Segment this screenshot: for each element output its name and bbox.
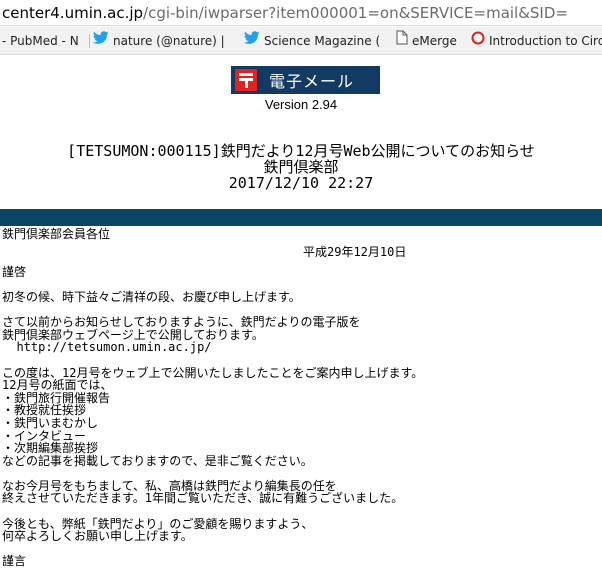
addressee: 鉄門倶楽部会員各位: [2, 227, 111, 241]
version-label: Version 2.94: [264, 97, 338, 112]
bookmark-separator: [89, 34, 90, 48]
bookmark-label: - PubMed - N: [2, 34, 79, 48]
bookmark-nature[interactable]: nature (@nature) |: [93, 27, 225, 54]
red-circle-icon: [471, 27, 485, 54]
bookmark-science-magazine[interactable]: Science Magazine (: [244, 27, 381, 54]
email-logo: 電子メール: [231, 66, 380, 94]
website-link[interactable]: http://tetsumon.umin.ac.jp/: [2, 340, 211, 354]
bookmark-label: nature (@nature) |: [113, 34, 225, 48]
address-bar[interactable]: center4.umin.ac.jp/cgi-bin/iwparser?item…: [0, 0, 602, 26]
message-subject: [TETSUMON:000115]鉄門だより12月号Web公開についてのお知らせ: [67, 142, 535, 160]
bookmark-label: eMerge: [412, 34, 457, 48]
message-body: 鉄門倶楽部会員各位 謹啓 初冬の候、時下益々ご清祥の段、お慶び申し上げます。 さ…: [2, 228, 600, 568]
url-host: center4.umin.ac.jp: [2, 4, 144, 22]
bookmark-pubmed[interactable]: - PubMed - N: [2, 27, 79, 54]
paragraph-1: 初冬の候、時下益々ご清祥の段、お慶び申し上げます。: [2, 289, 301, 304]
message-datetime: 2017/12/10 22:27: [228, 174, 374, 192]
document-icon: [396, 27, 408, 54]
paragraph-4-line-2: 終えさせていただきます。1年間ご覧いただき、誠に有難うございました。: [2, 491, 404, 506]
greeting: 謹啓: [2, 264, 27, 279]
postal-mark-icon: [235, 69, 257, 91]
header-divider: [0, 209, 602, 226]
bookmark-label: Introduction to Circ: [489, 34, 602, 48]
bookmarks-bar: - PubMed - N nature (@nature) | Science …: [0, 27, 602, 55]
url-path: /cgi-bin/iwparser?item000001=on&SERVICE=…: [143, 4, 568, 22]
closing: 謹言: [2, 554, 27, 569]
twitter-bird-icon: [93, 27, 109, 54]
paragraph-3-end: などの記事を掲載しておりますので、是非ご覧ください。: [2, 453, 313, 468]
twitter-bird-icon: [244, 27, 260, 54]
bookmark-emerge[interactable]: eMerge: [396, 27, 457, 54]
logo-text: 電子メール: [269, 72, 355, 91]
bookmark-label: Science Magazine (: [264, 34, 381, 48]
message-header: [TETSUMON:000115]鉄門だより12月号Web公開についてのお知らせ…: [0, 143, 602, 191]
bookmark-introduction-to-circ[interactable]: Introduction to Circ: [471, 27, 602, 54]
paragraph-5-line-2: 何卒よろしくお願い申し上げます。: [2, 529, 193, 544]
message-sender: 鉄門倶楽部: [263, 158, 339, 176]
